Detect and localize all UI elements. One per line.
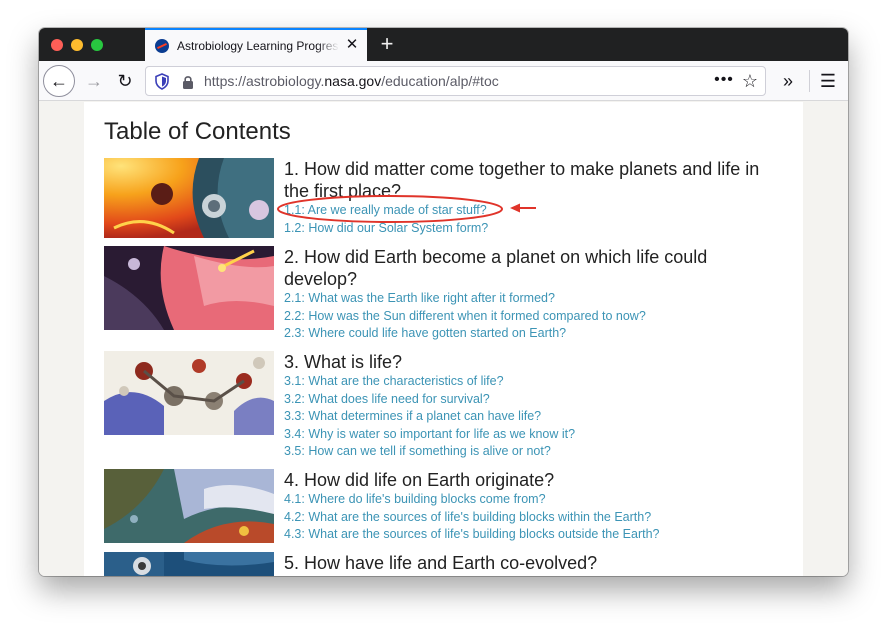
reload-button[interactable]: ↻ [113, 69, 137, 93]
section-3-thumbnail[interactable] [104, 351, 274, 435]
nasa-favicon-icon [155, 39, 169, 53]
url-domain: nasa.gov [324, 73, 382, 89]
forward-button[interactable]: → [82, 69, 106, 93]
link-1-1[interactable]: 1.1: Are we really made of star stuff? [284, 202, 784, 220]
section-4-thumbnail[interactable] [104, 469, 274, 543]
page-viewport[interactable]: Table of Contents 1. How did matter come… [39, 102, 848, 576]
tab-title: Astrobiology Learning Progress [177, 39, 339, 53]
overflow-menu-icon[interactable]: » [776, 69, 800, 93]
toolbar-divider [809, 70, 810, 92]
section-1-heading: 1. How did matter come together to make … [284, 159, 760, 201]
url-prefix: https://astrobiology. [204, 73, 325, 89]
section-5-heading: 5. How have life and Earth co-evolved? [284, 553, 598, 573]
section-1-thumbnail[interactable] [104, 158, 274, 238]
tab-astrobiology[interactable]: Astrobiology Learning Progress ✕ [145, 28, 367, 61]
link-3-5[interactable]: 3.5: How can we tell if something is ali… [284, 443, 784, 461]
lock-icon[interactable] [182, 75, 194, 89]
link-3-4[interactable]: 3.4: Why is water so important for life … [284, 426, 784, 444]
url-path: /education/alp/#toc [381, 73, 499, 89]
close-window-button[interactable] [51, 39, 63, 51]
navigation-toolbar: ← → ↻ https://astrobiology.nasa.gov/educ… [39, 61, 848, 101]
section-3-text: 3. What is life? 3.1: What are the chara… [284, 351, 784, 461]
tracking-protection-shield-icon[interactable] [154, 73, 170, 90]
section-5-thumbnail[interactable] [104, 552, 274, 576]
section-3-heading: 3. What is life? [284, 352, 403, 372]
page-title: Table of Contents [104, 118, 291, 145]
link-3-2[interactable]: 3.2: What does life need for survival? [284, 391, 784, 409]
link-2-2[interactable]: 2.2: How was the Sun different when it f… [284, 308, 784, 326]
bookmark-star-icon[interactable]: ☆ [740, 70, 760, 92]
section-5-text: 5. How have life and Earth co-evolved? [284, 552, 784, 574]
section-2-thumbnail[interactable] [104, 246, 274, 330]
link-4-2[interactable]: 4.2: What are the sources of life's buil… [284, 509, 784, 527]
section-4-text: 4. How did life on Earth originate? 4.1:… [284, 469, 784, 544]
section-2-heading: 2. How did Earth become a planet on whic… [284, 247, 708, 289]
link-3-3[interactable]: 3.3: What determines if a planet can hav… [284, 408, 784, 426]
section-4-heading: 4. How did life on Earth originate? [284, 470, 555, 490]
content-column: Table of Contents 1. How did matter come… [84, 102, 803, 576]
url-bar[interactable]: https://astrobiology.nasa.gov/education/… [145, 66, 766, 96]
back-button[interactable]: ← [43, 65, 75, 97]
link-3-1[interactable]: 3.1: What are the characteristics of lif… [284, 373, 784, 391]
link-2-3[interactable]: 2.3: Where could life have gotten starte… [284, 325, 784, 343]
link-2-1[interactable]: 2.1: What was the Earth like right after… [284, 290, 784, 308]
minimize-window-button[interactable] [71, 39, 83, 51]
section-2-text: 2. How did Earth become a planet on whic… [284, 246, 784, 343]
url-text[interactable]: https://astrobiology.nasa.gov/education/… [204, 73, 499, 89]
browser-window: Astrobiology Learning Progress ✕ + ← → ↻… [39, 28, 848, 576]
hamburger-menu-icon[interactable]: ☰ [816, 69, 840, 93]
page-actions-icon[interactable]: ••• [714, 71, 734, 91]
tab-bar: Astrobiology Learning Progress ✕ + [39, 28, 848, 61]
zoom-window-button[interactable] [91, 39, 103, 51]
link-4-1[interactable]: 4.1: Where do life's building blocks com… [284, 491, 784, 509]
section-1-text: 1. How did matter come together to make … [284, 158, 784, 237]
close-tab-icon[interactable]: ✕ [344, 37, 360, 53]
link-4-3[interactable]: 4.3: What are the sources of life's buil… [284, 526, 784, 544]
new-tab-button[interactable]: + [376, 32, 398, 56]
link-1-2[interactable]: 1.2: How did our Solar System form? [284, 220, 784, 238]
